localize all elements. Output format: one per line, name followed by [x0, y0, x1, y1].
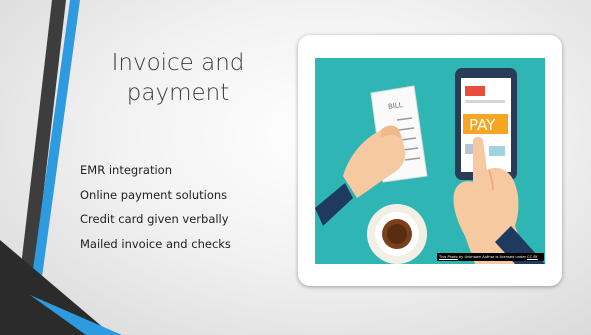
bullet-list: EMR integration Online payment solutions…: [80, 158, 231, 256]
bullet-item: Credit card given verbally: [80, 212, 229, 226]
bullet-item: Online payment solutions: [80, 187, 228, 202]
pay-label: PAY: [469, 116, 496, 134]
slide: Invoice and payment EMR integration Onli…: [0, 0, 591, 335]
photo-attribution: This Photo by Unknown Author is licensed…: [437, 253, 544, 261]
license-link[interactable]: CC BY: [527, 255, 538, 259]
slide-title: Invoice and payment: [111, 50, 245, 106]
bullet-item: EMR integration: [80, 163, 173, 177]
attribution-text: by Unknown Author is licensed under: [457, 255, 528, 259]
photo-link[interactable]: This Photo: [439, 255, 458, 259]
payment-illustration: BILL PAY: [315, 58, 545, 264]
coffee-cup-icon: [367, 204, 427, 264]
bullet-item: Mailed invoice and checks: [80, 236, 231, 251]
